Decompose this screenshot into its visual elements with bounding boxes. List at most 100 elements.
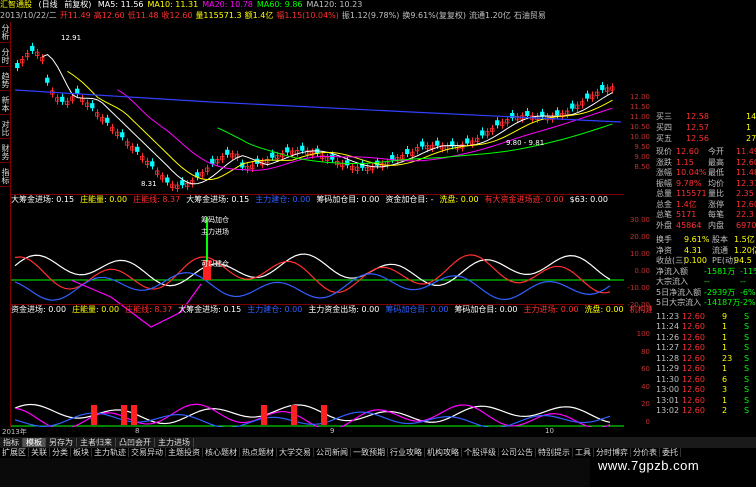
info-item: 收12.60: [161, 11, 193, 20]
candle-body: [30, 45, 35, 52]
stat-row: 外盘 45864 内盘 69707: [654, 221, 756, 231]
indicator-bar: [291, 405, 297, 425]
axis-tick-label: -20.00: [627, 301, 650, 309]
tick-time: 11:26: [656, 332, 680, 342]
tick-side: S: [744, 406, 750, 415]
left-tab[interactable]: 趋势: [0, 70, 10, 91]
nav-tab[interactable]: 个股评级: [462, 448, 499, 457]
stat-value: 1.5亿: [734, 235, 755, 244]
indicator-tab[interactable]: 主者归来: [77, 438, 116, 447]
candle-body: [555, 110, 560, 116]
nav-tab[interactable]: 板块: [71, 448, 92, 457]
left-tab[interactable]: 分析: [0, 22, 10, 43]
chart-area[interactable]: 大筹金进场: 0.15 庄能量: 0.00 庄能线: 8.37 大筹金进场: 0.15…: [11, 22, 680, 427]
nav-tab[interactable]: 公司新闻: [314, 448, 351, 457]
indicator-value: 筹码加仓目: 0.00: [385, 305, 449, 314]
order-level: 买三: [656, 112, 672, 121]
indicator-line: [14, 253, 611, 287]
indicator-value: 主力资金出场: 0.00: [308, 305, 380, 314]
left-tab[interactable]: 对比: [0, 118, 10, 139]
stat-label: 今开: [708, 147, 724, 156]
nav-tab[interactable]: 行业攻略: [388, 448, 425, 457]
nav-tab[interactable]: 主力轨迹: [92, 448, 129, 457]
axis-tick-label: 60: [641, 365, 650, 374]
candle-body: [225, 149, 230, 155]
candle-body: [45, 77, 50, 83]
indicator-tab[interactable]: 指标: [0, 438, 23, 447]
order-volume: 27: [746, 134, 756, 143]
nav-tab[interactable]: 一致预期: [351, 448, 388, 457]
nav-tab[interactable]: 分类: [50, 448, 71, 457]
nav-tab[interactable]: 主题投资: [166, 448, 203, 457]
nav-tab[interactable]: 特别提示: [536, 448, 573, 457]
status-strip: [0, 458, 590, 487]
stock-name: 汇智通股: [0, 0, 32, 9]
nav-tab[interactable]: 核心题材: [203, 448, 240, 457]
indicator-bar: [121, 405, 127, 425]
stat-label: 净资: [656, 245, 672, 255]
adjust-tab[interactable]: 前复权): [64, 0, 91, 9]
indicator-value: 资金进场: 0.00: [11, 305, 67, 314]
tick-price: 12.60: [682, 374, 705, 384]
tick-time: 11:23: [656, 311, 680, 321]
nav-tab[interactable]: 公司公告: [499, 448, 536, 457]
left-tab[interactable]: 分时: [0, 46, 10, 67]
axis-tick-label: 80: [641, 347, 650, 356]
order-volume: 1: [746, 123, 752, 132]
nav-tab[interactable]: 机构攻略: [425, 448, 462, 457]
chart-canvas[interactable]: [11, 22, 624, 427]
tick-time: 13:02: [656, 406, 680, 415]
tick-price: 12.60: [682, 353, 705, 363]
info-item: 换9.61%(复复权): [402, 11, 467, 20]
ma-legend: MA5: 11.56 MA10: 11.31 MA20: 10.78 MA60: 9.…: [98, 0, 366, 9]
candle-body: [495, 120, 500, 126]
tick-price: 12.60: [682, 385, 705, 394]
indicator-tab[interactable]: 主力进场: [155, 438, 194, 447]
axis-tick-label: 20: [641, 400, 650, 409]
period-tab[interactable]: (日线: [39, 0, 58, 9]
quote-panel: 买三 12.58 14 买四 12.57 1 买五 12.56 27 现价 12.60 今开 11.49…: [652, 0, 756, 445]
flow-value: -14187万: [704, 298, 741, 307]
nav-tab[interactable]: 关联: [29, 448, 50, 457]
left-tab[interactable]: 新本: [0, 94, 10, 115]
info-item: 石油贸易: [513, 11, 546, 20]
nav-tab[interactable]: 分价表: [631, 448, 660, 457]
time-label: 10: [545, 427, 554, 435]
info-item: 开11.49: [59, 11, 91, 20]
tick-volume: 3: [722, 385, 728, 394]
nav-tab[interactable]: 工具: [573, 448, 594, 457]
stat-value: 22.3: [736, 210, 754, 219]
nav-tab[interactable]: 分时博弈: [594, 448, 631, 457]
tick-row: 11:26 12.60 1 S: [654, 333, 754, 343]
indicator-value: 资金加仓目: -: [385, 195, 434, 204]
ma-label: MA5: 11.56: [97, 0, 144, 9]
pane-divider[interactable]: [11, 194, 624, 195]
stat-value: 12.60: [736, 157, 756, 167]
indicator-value: 主力进场: 0.00: [523, 305, 579, 314]
nav-tab[interactable]: 委托: [660, 448, 681, 457]
indicator-tab[interactable]: 模板: [23, 438, 46, 447]
nav-tab[interactable]: 大学交易: [277, 448, 314, 457]
indicator-tab[interactable]: 凸凹会开: [116, 438, 155, 447]
stat-value: 115571: [676, 189, 707, 198]
nav-tab[interactable]: 扩展区: [0, 448, 29, 457]
candle-body: [15, 63, 20, 69]
candle-body: [330, 154, 335, 160]
indicator-bar: [131, 405, 137, 425]
left-tab[interactable]: 指标: [0, 166, 10, 187]
stat-row: 总金 1.4亿 涨停 12.60: [654, 200, 756, 210]
ma-label: MA10: 11.31: [147, 0, 199, 9]
nav-tab[interactable]: 交易异动: [129, 448, 166, 457]
stat-value: 11.49: [736, 147, 756, 156]
indicator-value: 庄能线: 8.37: [125, 305, 173, 314]
flow-value: -2939万: [704, 287, 736, 297]
tick-side: S: [744, 353, 750, 363]
stat-value: 12.60: [676, 147, 699, 156]
nav-tab[interactable]: 热点题材: [240, 448, 277, 457]
left-tab[interactable]: 财务: [0, 142, 10, 163]
candle-body: [75, 88, 80, 94]
tick-side: S: [744, 374, 750, 384]
candle-body: [165, 177, 170, 183]
pane-divider[interactable]: [11, 304, 624, 305]
indicator-tab[interactable]: 另存为: [46, 438, 77, 447]
